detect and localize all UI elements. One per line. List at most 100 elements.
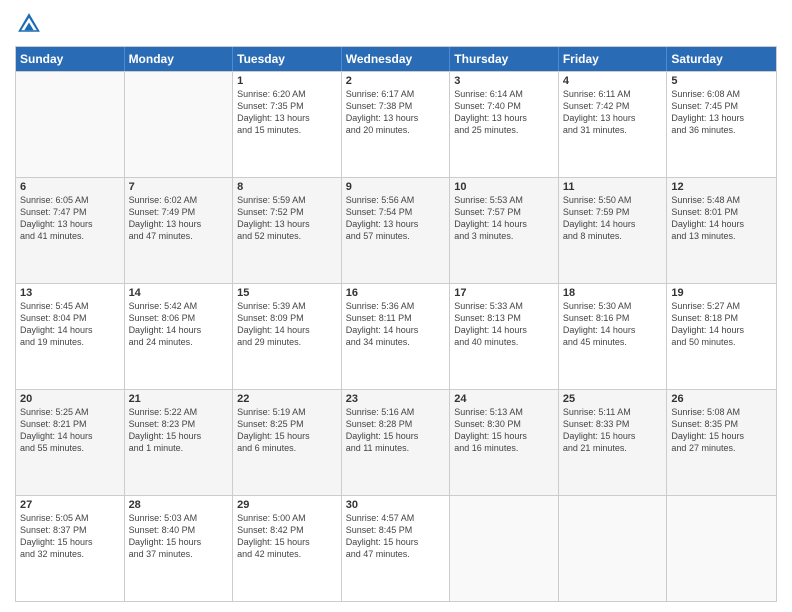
day-info: Sunrise: 5:30 AMSunset: 8:16 PMDaylight:…: [563, 300, 663, 349]
day-info: Sunrise: 6:20 AMSunset: 7:35 PMDaylight:…: [237, 88, 337, 137]
day-info: Sunrise: 5:19 AMSunset: 8:25 PMDaylight:…: [237, 406, 337, 455]
calendar: SundayMondayTuesdayWednesdayThursdayFrid…: [15, 46, 777, 602]
day-number: 28: [129, 499, 229, 511]
header-day-wednesday: Wednesday: [342, 47, 451, 71]
day-number: 30: [346, 499, 446, 511]
cal-cell: 21Sunrise: 5:22 AMSunset: 8:23 PMDayligh…: [125, 390, 234, 495]
cal-cell: 20Sunrise: 5:25 AMSunset: 8:21 PMDayligh…: [16, 390, 125, 495]
cal-cell: 25Sunrise: 5:11 AMSunset: 8:33 PMDayligh…: [559, 390, 668, 495]
day-info: Sunrise: 5:56 AMSunset: 7:54 PMDaylight:…: [346, 194, 446, 243]
week-row-1: 1Sunrise: 6:20 AMSunset: 7:35 PMDaylight…: [16, 71, 776, 177]
day-info: Sunrise: 5:48 AMSunset: 8:01 PMDaylight:…: [671, 194, 772, 243]
header-day-friday: Friday: [559, 47, 668, 71]
calendar-header: SundayMondayTuesdayWednesdayThursdayFrid…: [16, 47, 776, 71]
day-info: Sunrise: 5:27 AMSunset: 8:18 PMDaylight:…: [671, 300, 772, 349]
cal-cell: 7Sunrise: 6:02 AMSunset: 7:49 PMDaylight…: [125, 178, 234, 283]
day-number: 10: [454, 181, 554, 193]
day-number: 16: [346, 287, 446, 299]
day-number: 13: [20, 287, 120, 299]
cal-cell: [450, 496, 559, 601]
day-number: 2: [346, 75, 446, 87]
header-day-thursday: Thursday: [450, 47, 559, 71]
cal-cell: 24Sunrise: 5:13 AMSunset: 8:30 PMDayligh…: [450, 390, 559, 495]
week-row-3: 13Sunrise: 5:45 AMSunset: 8:04 PMDayligh…: [16, 283, 776, 389]
cal-cell: 15Sunrise: 5:39 AMSunset: 8:09 PMDayligh…: [233, 284, 342, 389]
cal-cell: 23Sunrise: 5:16 AMSunset: 8:28 PMDayligh…: [342, 390, 451, 495]
cal-cell: 10Sunrise: 5:53 AMSunset: 7:57 PMDayligh…: [450, 178, 559, 283]
day-number: 26: [671, 393, 772, 405]
day-number: 3: [454, 75, 554, 87]
day-info: Sunrise: 6:17 AMSunset: 7:38 PMDaylight:…: [346, 88, 446, 137]
cal-cell: 9Sunrise: 5:56 AMSunset: 7:54 PMDaylight…: [342, 178, 451, 283]
cal-cell: 28Sunrise: 5:03 AMSunset: 8:40 PMDayligh…: [125, 496, 234, 601]
day-number: 21: [129, 393, 229, 405]
day-number: 12: [671, 181, 772, 193]
day-info: Sunrise: 5:25 AMSunset: 8:21 PMDaylight:…: [20, 406, 120, 455]
cal-cell: 8Sunrise: 5:59 AMSunset: 7:52 PMDaylight…: [233, 178, 342, 283]
day-number: 20: [20, 393, 120, 405]
day-number: 14: [129, 287, 229, 299]
cal-cell: 3Sunrise: 6:14 AMSunset: 7:40 PMDaylight…: [450, 72, 559, 177]
day-info: Sunrise: 5:33 AMSunset: 8:13 PMDaylight:…: [454, 300, 554, 349]
day-info: Sunrise: 6:08 AMSunset: 7:45 PMDaylight:…: [671, 88, 772, 137]
day-info: Sunrise: 6:05 AMSunset: 7:47 PMDaylight:…: [20, 194, 120, 243]
day-number: 4: [563, 75, 663, 87]
cal-cell: 12Sunrise: 5:48 AMSunset: 8:01 PMDayligh…: [667, 178, 776, 283]
cal-cell: 29Sunrise: 5:00 AMSunset: 8:42 PMDayligh…: [233, 496, 342, 601]
cal-cell: 17Sunrise: 5:33 AMSunset: 8:13 PMDayligh…: [450, 284, 559, 389]
day-number: 11: [563, 181, 663, 193]
cal-cell: 2Sunrise: 6:17 AMSunset: 7:38 PMDaylight…: [342, 72, 451, 177]
day-number: 22: [237, 393, 337, 405]
day-number: 8: [237, 181, 337, 193]
day-number: 18: [563, 287, 663, 299]
day-number: 17: [454, 287, 554, 299]
cal-cell: 4Sunrise: 6:11 AMSunset: 7:42 PMDaylight…: [559, 72, 668, 177]
logo-icon: [15, 10, 43, 38]
day-number: 24: [454, 393, 554, 405]
header-day-tuesday: Tuesday: [233, 47, 342, 71]
cal-cell: [667, 496, 776, 601]
cal-cell: 14Sunrise: 5:42 AMSunset: 8:06 PMDayligh…: [125, 284, 234, 389]
cal-cell: 16Sunrise: 5:36 AMSunset: 8:11 PMDayligh…: [342, 284, 451, 389]
day-info: Sunrise: 5:39 AMSunset: 8:09 PMDaylight:…: [237, 300, 337, 349]
page: SundayMondayTuesdayWednesdayThursdayFrid…: [0, 0, 792, 612]
day-info: Sunrise: 5:36 AMSunset: 8:11 PMDaylight:…: [346, 300, 446, 349]
header-day-monday: Monday: [125, 47, 234, 71]
header-day-sunday: Sunday: [16, 47, 125, 71]
day-number: 15: [237, 287, 337, 299]
header-day-saturday: Saturday: [667, 47, 776, 71]
cal-cell: 30Sunrise: 4:57 AMSunset: 8:45 PMDayligh…: [342, 496, 451, 601]
cal-cell: 26Sunrise: 5:08 AMSunset: 8:35 PMDayligh…: [667, 390, 776, 495]
day-info: Sunrise: 5:50 AMSunset: 7:59 PMDaylight:…: [563, 194, 663, 243]
day-info: Sunrise: 6:14 AMSunset: 7:40 PMDaylight:…: [454, 88, 554, 137]
cal-cell: 27Sunrise: 5:05 AMSunset: 8:37 PMDayligh…: [16, 496, 125, 601]
day-info: Sunrise: 5:05 AMSunset: 8:37 PMDaylight:…: [20, 512, 120, 561]
day-number: 27: [20, 499, 120, 511]
day-info: Sunrise: 5:59 AMSunset: 7:52 PMDaylight:…: [237, 194, 337, 243]
cal-cell: [16, 72, 125, 177]
day-info: Sunrise: 5:53 AMSunset: 7:57 PMDaylight:…: [454, 194, 554, 243]
cal-cell: 18Sunrise: 5:30 AMSunset: 8:16 PMDayligh…: [559, 284, 668, 389]
day-info: Sunrise: 5:11 AMSunset: 8:33 PMDaylight:…: [563, 406, 663, 455]
cal-cell: 6Sunrise: 6:05 AMSunset: 7:47 PMDaylight…: [16, 178, 125, 283]
day-number: 25: [563, 393, 663, 405]
day-info: Sunrise: 5:16 AMSunset: 8:28 PMDaylight:…: [346, 406, 446, 455]
day-number: 29: [237, 499, 337, 511]
cal-cell: 11Sunrise: 5:50 AMSunset: 7:59 PMDayligh…: [559, 178, 668, 283]
day-info: Sunrise: 5:03 AMSunset: 8:40 PMDaylight:…: [129, 512, 229, 561]
day-info: Sunrise: 6:02 AMSunset: 7:49 PMDaylight:…: [129, 194, 229, 243]
day-info: Sunrise: 5:13 AMSunset: 8:30 PMDaylight:…: [454, 406, 554, 455]
day-number: 9: [346, 181, 446, 193]
day-info: Sunrise: 4:57 AMSunset: 8:45 PMDaylight:…: [346, 512, 446, 561]
day-number: 19: [671, 287, 772, 299]
day-number: 7: [129, 181, 229, 193]
day-info: Sunrise: 6:11 AMSunset: 7:42 PMDaylight:…: [563, 88, 663, 137]
cal-cell: [125, 72, 234, 177]
day-info: Sunrise: 5:08 AMSunset: 8:35 PMDaylight:…: [671, 406, 772, 455]
day-info: Sunrise: 5:45 AMSunset: 8:04 PMDaylight:…: [20, 300, 120, 349]
logo: [15, 10, 47, 38]
week-row-4: 20Sunrise: 5:25 AMSunset: 8:21 PMDayligh…: [16, 389, 776, 495]
day-number: 6: [20, 181, 120, 193]
cal-cell: 13Sunrise: 5:45 AMSunset: 8:04 PMDayligh…: [16, 284, 125, 389]
header: [15, 10, 777, 38]
